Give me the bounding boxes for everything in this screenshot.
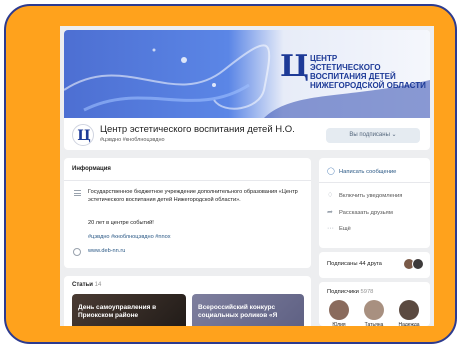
- subscribers-title[interactable]: Подписчики 5978: [327, 289, 373, 295]
- article-title: День самоуправления в Приокском районе: [78, 304, 157, 319]
- divider: [319, 182, 430, 183]
- community-tags: #цэвдно #кноблноцэвдно: [100, 137, 165, 143]
- friends-count: Подписаны 44 друга: [327, 261, 382, 267]
- article-card[interactable]: Всероссийский конкурс социальных роликов…: [192, 294, 304, 326]
- more-icon: ···: [327, 225, 334, 232]
- article-title: Всероссийский конкурс социальных роликов…: [198, 304, 278, 319]
- center-title-line: ЭСТЕТИЧЕСКОГО: [310, 63, 381, 72]
- info-description: Государственное бюджетное учреждение доп…: [88, 189, 298, 203]
- article-card[interactable]: День самоуправления в Приокском районе: [72, 294, 186, 326]
- info-tagline: 20 лет в центре событий!: [88, 220, 154, 226]
- subscribers-card: Подписчики 5978 Юлия Татьяна Надежда: [319, 282, 430, 326]
- bell-icon: ♢: [327, 192, 334, 199]
- articles-label: Статьи: [72, 282, 93, 288]
- actions-card: ◯ Написать сообщение ♢ Включить уведомлени…: [319, 158, 430, 248]
- center-title-line: ЦЕНТР: [310, 54, 338, 63]
- more-button[interactable]: ··· Ещё: [327, 225, 351, 232]
- website-link[interactable]: www.deb-nn.ru: [88, 248, 125, 254]
- subscribed-button[interactable]: Вы подписаны ⌄: [326, 128, 420, 143]
- subscriber-name: Юлия: [332, 322, 346, 326]
- share-icon: ➦: [327, 209, 333, 216]
- info-card: Информация Государственное бюджетное учр…: [64, 158, 311, 268]
- articles-title[interactable]: Статьи 14: [72, 282, 101, 288]
- subscriber-avatar[interactable]: [364, 300, 384, 320]
- enable-notifications-button[interactable]: ♢ Включить уведомления: [327, 191, 402, 199]
- center-logo: Ц: [280, 49, 309, 84]
- center-title-line: ВОСПИТАНИЯ ДЕТЕЙ: [310, 72, 396, 81]
- write-message-label: Написать сообщение: [339, 169, 397, 175]
- write-message-button[interactable]: ◯ Написать сообщение: [327, 167, 396, 175]
- subscriber-name: Татьяна: [364, 322, 384, 326]
- community-avatar[interactable]: Ц: [72, 124, 94, 146]
- enable-notifications-label: Включить уведомления: [339, 193, 403, 199]
- center-title-block: ЦЕНТР ЭСТЕТИЧЕСКОГО ВОСПИТАНИЯ ДЕТЕЙ НИЖ…: [310, 54, 430, 90]
- articles-count: 14: [94, 282, 102, 288]
- subscriber-avatar[interactable]: [399, 300, 419, 320]
- slide-frame: Ц ЦЕНТР ЭСТЕТИЧЕСКОГО ВОСПИТАНИЯ ДЕТЕЙ Н…: [4, 4, 457, 344]
- tell-friends-label: Рассказать друзьям: [339, 210, 393, 216]
- subscriber-name: Надежда: [398, 322, 420, 326]
- articles-card: Статьи 14 День самоуправления в Приокско…: [64, 276, 311, 326]
- info-hashtags[interactable]: #цэвдно #кноблноцэвдно #nnox: [88, 234, 171, 240]
- more-label: Ещё: [339, 226, 351, 232]
- divider: [64, 180, 311, 181]
- cover-image: Ц ЦЕНТР ЭСТЕТИЧЕСКОГО ВОСПИТАНИЯ ДЕТЕЙ Н…: [64, 30, 430, 118]
- vk-community-page: Ц ЦЕНТР ЭСТЕТИЧЕСКОГО ВОСПИТАНИЯ ДЕТЕЙ Н…: [60, 26, 434, 326]
- center-title-line: НИЖЕГОРОДСКОЙ ОБЛАСТИ: [310, 81, 426, 90]
- subscribers-label: Подписчики: [327, 289, 359, 295]
- subscriber-avatar[interactable]: [329, 300, 349, 320]
- avatar-logo: Ц: [77, 128, 91, 144]
- friend-avatar: [412, 258, 424, 270]
- message-icon: ◯: [327, 168, 335, 175]
- community-header-card: Ц ЦЕНТР ЭСТЕТИЧЕСКОГО ВОСПИТАНИЯ ДЕТЕЙ Н…: [64, 30, 430, 150]
- subscribers-count: 5978: [360, 289, 374, 295]
- friends-card[interactable]: Подписаны 44 друга: [319, 252, 430, 278]
- tell-friends-button[interactable]: ➦ Рассказать друзьям: [327, 208, 393, 216]
- globe-icon: [73, 248, 81, 256]
- community-title-row: Ц Центр эстетического воспитания детей Н…: [64, 118, 430, 150]
- info-title: Информация: [72, 166, 111, 172]
- info-icon: [74, 190, 81, 196]
- community-name: Центр эстетического воспитания детей Н.О…: [100, 124, 295, 135]
